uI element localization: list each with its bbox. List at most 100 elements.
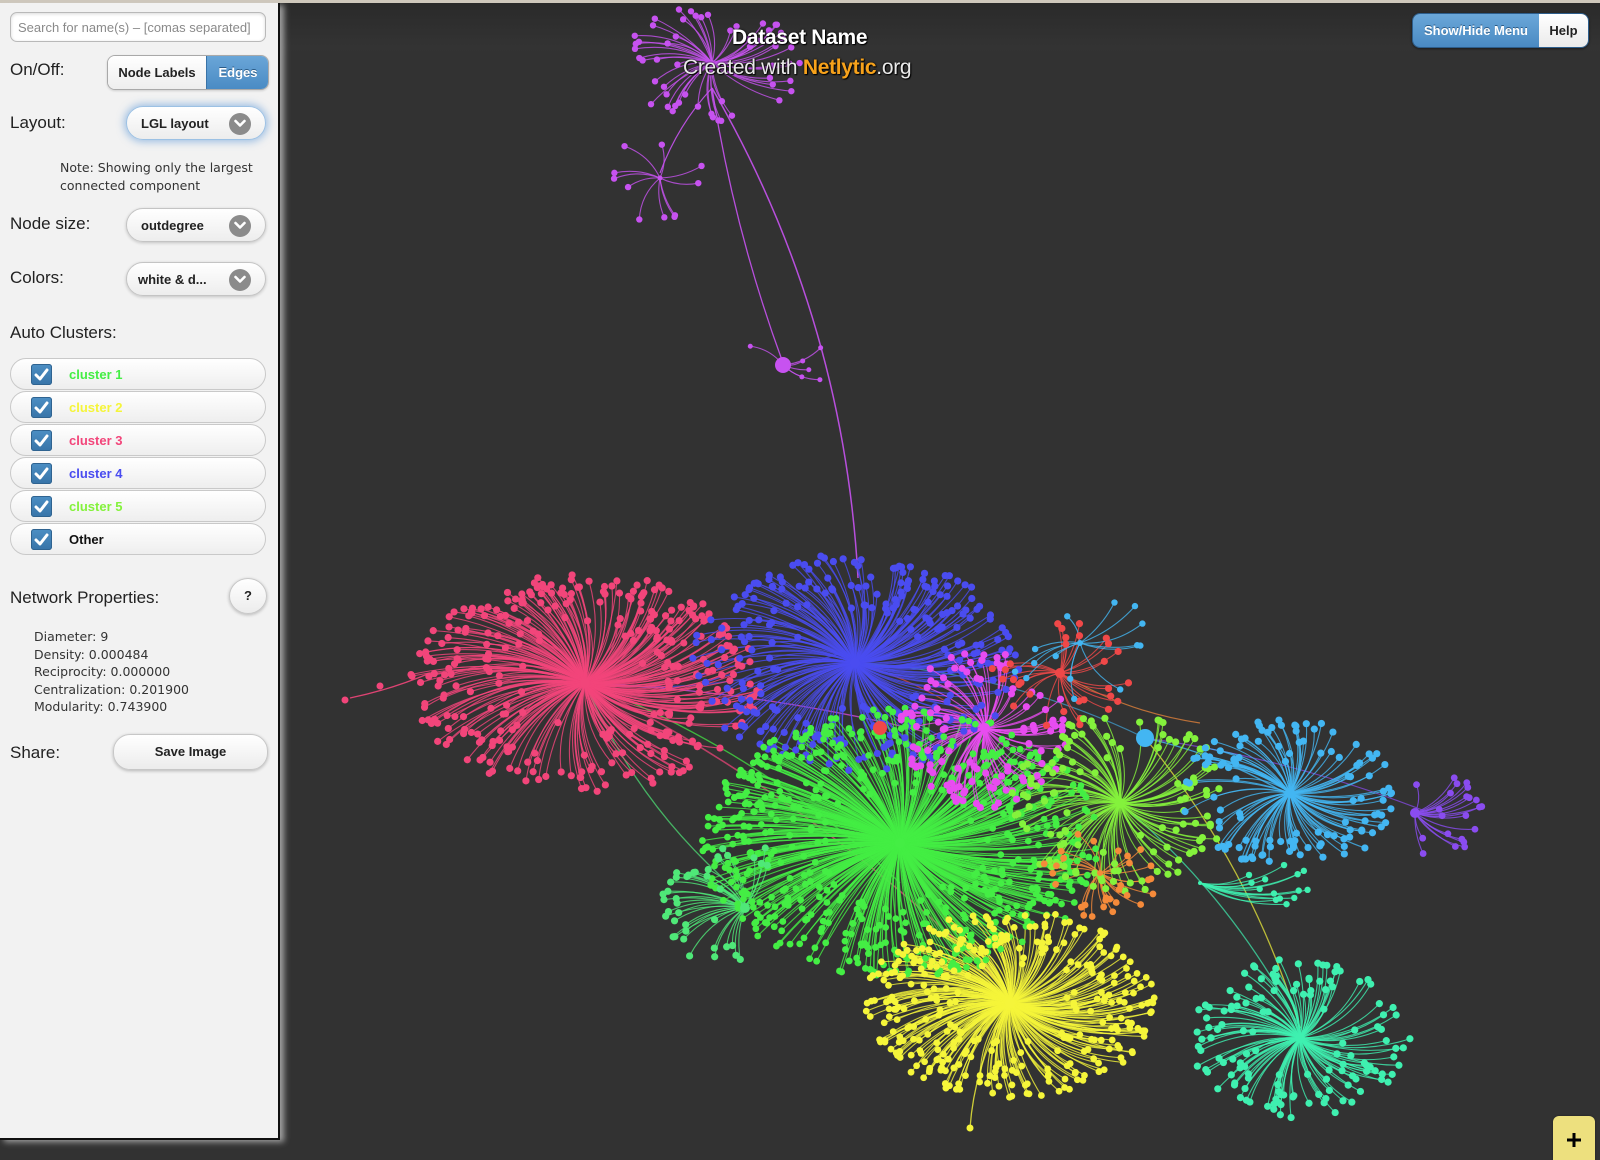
graph-node[interactable] [939,610,947,619]
graph-node[interactable] [1041,945,1049,952]
cluster-1-checkbox[interactable] [31,364,52,385]
graph-node[interactable] [1290,987,1298,995]
graph-node[interactable] [713,685,722,694]
graph-node[interactable] [1349,797,1357,805]
graph-node[interactable] [1310,725,1318,733]
graph-node[interactable] [1066,918,1073,926]
graph-node[interactable] [1059,716,1067,724]
graph-node[interactable] [1191,819,1200,827]
graph-node[interactable] [1083,807,1091,815]
graph-node[interactable] [1001,1072,1008,1079]
graph-node[interactable] [817,928,825,936]
graph-node[interactable] [523,616,532,625]
graph-node[interactable] [511,595,520,603]
graph-node[interactable] [973,605,981,613]
graph-node[interactable] [1270,890,1278,897]
graph-node[interactable] [935,898,943,906]
graph-node[interactable] [671,933,679,941]
graph-node[interactable] [778,585,786,593]
graph-node[interactable] [1193,1062,1201,1070]
graph-node[interactable] [1356,1087,1365,1096]
graph-node[interactable] [1316,977,1324,985]
graph-node[interactable] [806,367,812,373]
graph-node[interactable] [1131,602,1139,610]
graph-node[interactable] [882,924,890,931]
graph-node[interactable] [1447,789,1454,797]
graph-node[interactable] [885,705,893,713]
graph-node[interactable] [1304,843,1312,852]
graph-node[interactable] [1356,977,1364,986]
graph-node[interactable] [1049,769,1057,777]
graph-node[interactable] [1023,674,1030,682]
graph-node[interactable] [1126,1005,1133,1012]
graph-node[interactable] [721,697,729,705]
help-button[interactable]: Help [1539,14,1588,47]
graph-node[interactable] [955,782,963,791]
graph-node[interactable] [665,625,674,633]
graph-node[interactable] [1064,613,1071,620]
graph-node[interactable] [444,724,452,733]
graph-node[interactable] [1266,843,1274,851]
graph-node[interactable] [1022,703,1030,711]
graph-node[interactable] [1002,740,1010,748]
graph-node[interactable] [926,1066,933,1074]
graph-node[interactable] [1384,1078,1392,1086]
graph-node[interactable] [945,916,953,924]
graph-node[interactable] [795,582,803,590]
graph-node[interactable] [926,962,934,970]
graph-node[interactable] [765,575,773,584]
graph-node[interactable] [454,626,462,634]
graph-node[interactable] [1124,679,1133,687]
graph-node[interactable] [1335,753,1343,762]
graph-node[interactable] [1463,793,1471,801]
graph-node[interactable] [1082,880,1090,887]
graph-node[interactable] [703,659,711,667]
graph-node[interactable] [923,727,930,734]
graph-node[interactable] [923,988,931,996]
graph-node[interactable] [798,736,806,743]
graph-node[interactable] [1476,803,1483,811]
graph-node[interactable] [668,763,676,771]
graph-node[interactable] [1270,986,1278,995]
graph-node[interactable] [750,594,758,602]
graph-node[interactable] [910,605,918,613]
graph-node[interactable] [1047,890,1055,898]
graph-node[interactable] [904,577,913,585]
graph-node[interactable] [567,576,575,584]
graph-node[interactable] [1055,668,1065,678]
graph-node[interactable] [445,623,453,631]
graph-node[interactable] [627,629,635,638]
graph-node[interactable] [516,630,524,638]
graph-node[interactable] [1060,862,1068,870]
graph-node[interactable] [661,214,668,221]
graph-node[interactable] [1236,1059,1244,1067]
graph-node[interactable] [1010,1056,1017,1064]
graph-node[interactable] [1037,747,1045,755]
graph-node[interactable] [857,728,865,735]
graph-node[interactable] [895,738,903,746]
graph-node[interactable] [756,727,764,735]
graph-node[interactable] [612,750,620,758]
graph-node[interactable] [971,918,979,926]
graph-node[interactable] [1365,772,1373,780]
graph-node[interactable] [739,684,747,693]
graph-node[interactable] [933,705,941,713]
graph-node[interactable] [1070,988,1078,996]
graph-node[interactable] [1215,1054,1223,1062]
graph-node[interactable] [1365,750,1373,758]
graph-node[interactable] [664,710,672,718]
graph-node[interactable] [746,658,754,666]
graph-node[interactable] [1073,1076,1081,1084]
graph-node[interactable] [710,916,719,924]
graph-node[interactable] [566,596,574,604]
graph-node[interactable] [1299,990,1308,998]
graph-node[interactable] [644,740,652,748]
graph-node[interactable] [1005,878,1013,886]
graph-node[interactable] [1015,944,1023,952]
graph-node[interactable] [1010,924,1018,931]
graph-node[interactable] [1024,903,1032,911]
graph-node[interactable] [1104,684,1113,693]
graph-node[interactable] [1341,818,1349,826]
graph-node[interactable] [955,656,964,664]
graph-node[interactable] [776,97,783,104]
